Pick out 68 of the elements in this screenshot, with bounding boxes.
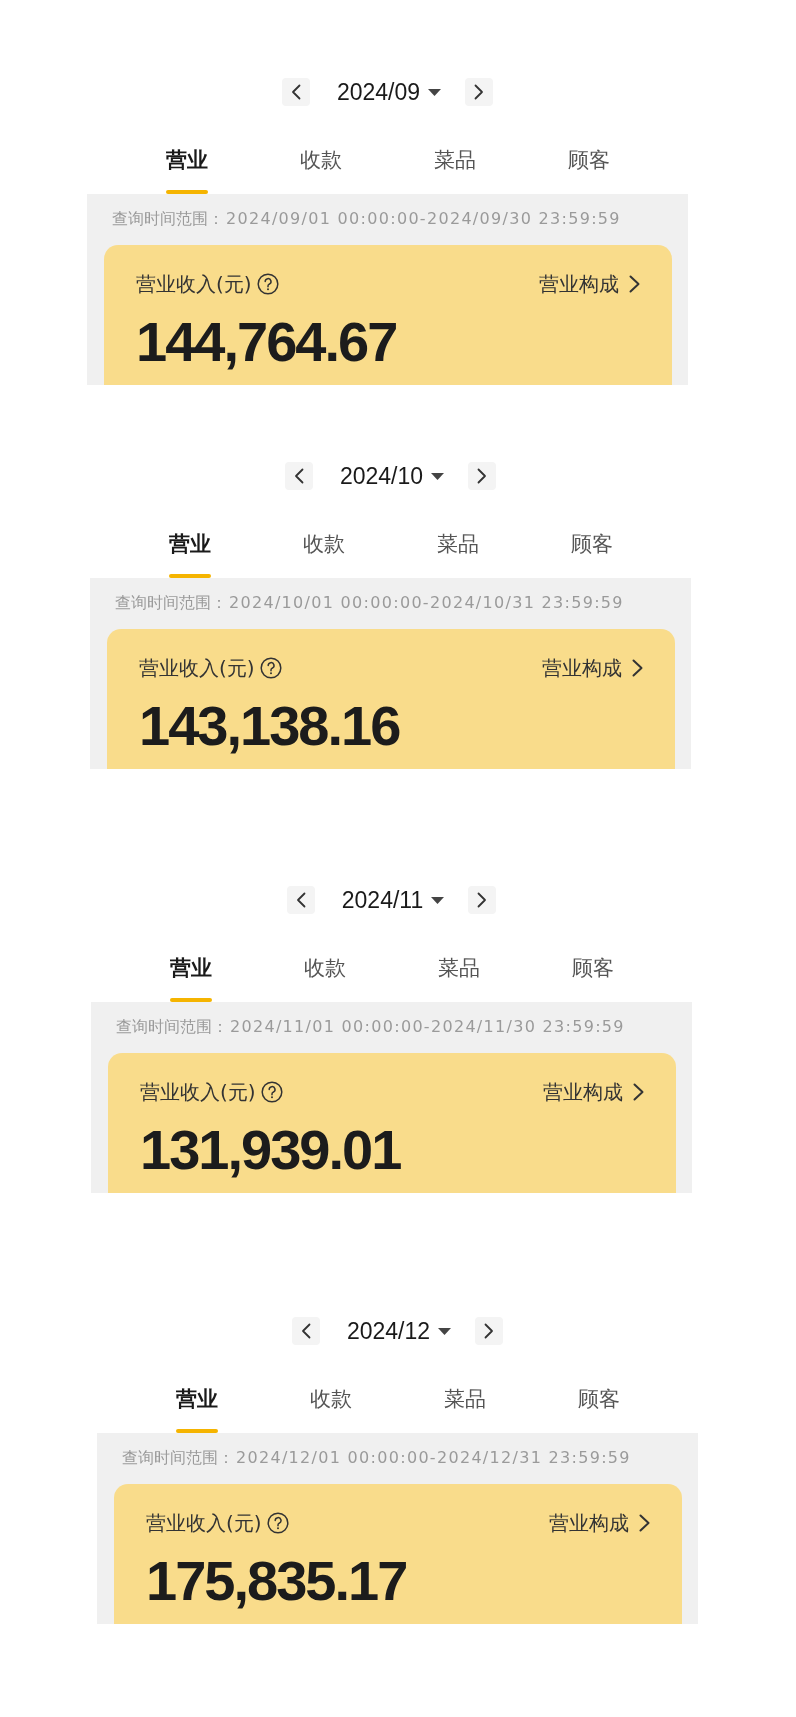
query-label: 查询时间范围： (122, 1449, 234, 1467)
help-icon[interactable] (256, 273, 279, 295)
tab[interactable]: 顾客 (567, 140, 610, 194)
next-month-button[interactable] (465, 78, 494, 106)
revenue-amount: 175,835.17 (146, 1551, 407, 1611)
month-dropdown[interactable]: 2024/11 (341, 886, 445, 914)
chevron-left-icon (300, 1323, 311, 1339)
revenue-amount: 131,939.01 (140, 1120, 401, 1180)
prev-month-button[interactable] (291, 1317, 320, 1345)
revenue-amount: 143,138.16 (139, 696, 400, 756)
tab[interactable]: 顾客 (571, 948, 614, 1002)
help-icon[interactable] (260, 1081, 283, 1103)
revenue-amount: 144,764.67 (136, 312, 397, 372)
caret-down-icon (428, 88, 442, 96)
breakdown-link[interactable]: 营业构成 (542, 656, 643, 680)
query-label: 查询时间范围： (112, 210, 224, 228)
caret-down-icon (431, 472, 445, 480)
tab[interactable]: 收款 (302, 524, 345, 578)
query-range: 2024/10/01 00:00:00-2024/10/31 23:59:59 (229, 594, 624, 612)
tab[interactable]: 营业 (165, 140, 208, 194)
help-icon[interactable] (266, 1512, 289, 1534)
chevron-right-icon (639, 1514, 650, 1532)
query-label: 查询时间范围： (115, 594, 227, 612)
tab[interactable]: 菜品 (443, 1379, 486, 1433)
breakdown-link[interactable]: 营业构成 (543, 1080, 644, 1104)
tab[interactable]: 营业 (168, 524, 211, 578)
tab[interactable]: 顾客 (577, 1379, 620, 1433)
query-label: 查询时间范围： (116, 1018, 228, 1036)
caret-down-icon (438, 1327, 452, 1335)
chevron-left-icon (290, 84, 301, 100)
month-dropdown[interactable]: 2024/09 (336, 78, 442, 106)
chevron-right-icon (633, 1083, 644, 1101)
prev-month-button[interactable] (281, 78, 310, 106)
revenue-label: 营业收入(元) (146, 1511, 262, 1535)
tab[interactable]: 收款 (299, 140, 342, 194)
next-month-button[interactable] (475, 1317, 504, 1345)
tab[interactable]: 营业 (175, 1379, 218, 1433)
next-month-button[interactable] (468, 886, 497, 914)
month-dropdown[interactable]: 2024/10 (339, 462, 445, 490)
query-range: 2024/11/01 00:00:00-2024/11/30 23:59:59 (230, 1018, 625, 1036)
chevron-left-icon (295, 892, 306, 908)
chevron-right-icon (474, 84, 485, 100)
help-icon[interactable] (259, 657, 282, 679)
tab[interactable]: 收款 (303, 948, 346, 1002)
revenue-label: 营业收入(元) (140, 1080, 256, 1104)
chevron-left-icon (293, 468, 304, 484)
caret-down-icon (431, 896, 445, 904)
tab[interactable]: 营业 (169, 948, 212, 1002)
query-range: 2024/12/01 00:00:00-2024/12/31 23:59:59 (236, 1449, 631, 1467)
tab[interactable]: 顾客 (570, 524, 613, 578)
next-month-button[interactable] (468, 462, 497, 490)
chevron-right-icon (477, 892, 488, 908)
chevron-right-icon (629, 275, 640, 293)
prev-month-button[interactable] (284, 462, 313, 490)
query-range: 2024/09/01 00:00:00-2024/09/30 23:59:59 (226, 210, 621, 228)
revenue-label: 营业收入(元) (139, 656, 255, 680)
prev-month-button[interactable] (286, 886, 315, 914)
tab[interactable]: 菜品 (436, 524, 479, 578)
chevron-right-icon (484, 1323, 495, 1339)
breakdown-link[interactable]: 营业构成 (549, 1511, 650, 1535)
tab[interactable]: 菜品 (433, 140, 476, 194)
chevron-right-icon (632, 659, 643, 677)
revenue-label: 营业收入(元) (136, 272, 252, 296)
tab[interactable]: 菜品 (437, 948, 480, 1002)
tab[interactable]: 收款 (309, 1379, 352, 1433)
chevron-right-icon (477, 468, 488, 484)
month-dropdown[interactable]: 2024/12 (346, 1317, 452, 1345)
breakdown-link[interactable]: 营业构成 (539, 272, 640, 296)
